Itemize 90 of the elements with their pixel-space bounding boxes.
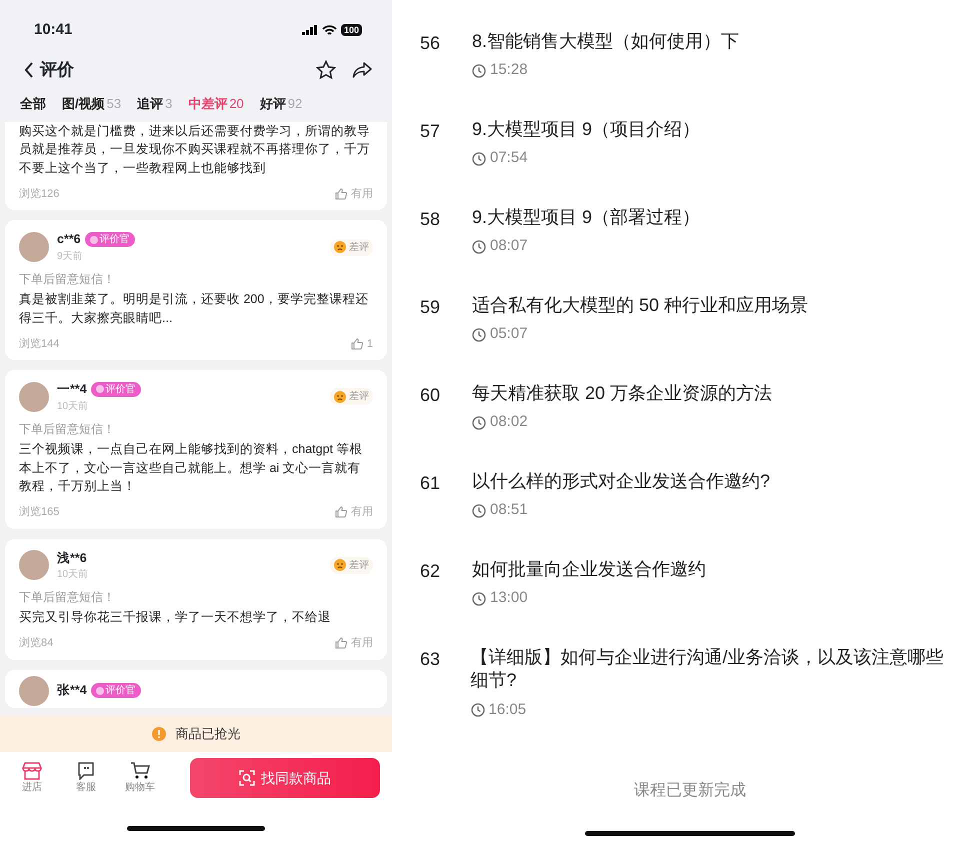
lesson-title[interactable]: 【详细版】如何与企业进行沟通/业务洽谈，以及该注意哪些细节?	[470, 646, 960, 693]
rating-tag: 差评	[330, 388, 373, 406]
review-text: 真是被割韭菜了。明明是引流，还要收 200，要学完整课程还得三千。大家擦亮眼睛吧...	[19, 291, 370, 327]
lesson-duration: 08:02	[490, 412, 528, 432]
lesson-title[interactable]: 以什么样的形式对企业发送合作邀约?	[472, 470, 770, 494]
avatar	[19, 232, 49, 262]
thumbs-up-icon	[335, 188, 347, 200]
lesson-number: 58	[420, 208, 442, 231]
find-similar-button[interactable]: 找同款商品	[190, 758, 380, 798]
battery-level: 100	[340, 24, 362, 36]
user-name: c**6	[57, 231, 81, 248]
view-count: 浏览165	[19, 504, 60, 520]
avatar	[19, 382, 49, 412]
signal-icon	[302, 25, 318, 35]
store-button[interactable]: 进店	[12, 762, 52, 794]
order-note: 下单后留意短信！	[19, 589, 116, 606]
share-icon[interactable]	[352, 60, 372, 80]
lesson-number: 59	[420, 296, 442, 319]
scan-icon	[239, 770, 255, 786]
lesson-duration: 15:28	[490, 60, 528, 80]
lesson-duration: 16:05	[488, 700, 526, 720]
clock-icon	[472, 504, 486, 518]
clock-icon	[472, 592, 486, 606]
review-text: 购买这个就是门槛费，进来以后还需要付费学习，所谓的教导员就是推荐员，一旦发现你不购买课程就不再搭理你了，千万不要上这个当了，一些教程网上也能够找到	[19, 122, 371, 177]
clock-icon	[472, 152, 486, 166]
rating-tag: 差评	[330, 238, 373, 256]
reviewer-badge: 评价官	[90, 683, 141, 698]
thumbs-up-icon	[350, 338, 363, 350]
review-time: 10天前	[57, 400, 90, 414]
cart-icon	[130, 762, 150, 780]
view-count: 浏览126	[19, 186, 60, 202]
back-icon[interactable]	[24, 62, 34, 78]
lesson-duration: 08:07	[490, 236, 528, 256]
lesson-duration: 08:51	[490, 500, 528, 520]
lesson-title[interactable]: 每天精准获取 20 万条企业资源的方法	[472, 382, 772, 406]
avatar	[19, 676, 49, 706]
review-text: 买完又引导你花三千报课，学了一天不想学了，不给退	[19, 609, 332, 626]
lesson-number: 61	[420, 472, 442, 495]
reviewer-badge: 评价官	[90, 382, 141, 397]
lesson-title[interactable]: 9.大模型项目 9（项目介绍）	[472, 118, 700, 142]
reviewer-badge: 评价官	[84, 232, 135, 248]
clock-icon	[472, 240, 486, 254]
avatar	[19, 550, 49, 580]
user-name: 张**4	[57, 682, 87, 700]
user-name: 一**4	[57, 381, 87, 398]
sad-face-icon	[334, 390, 346, 403]
clock-icon	[472, 416, 486, 430]
order-note: 下单后留意短信！	[19, 420, 116, 438]
lesson-number: 63	[420, 648, 442, 671]
clock-icon	[470, 703, 485, 718]
thumbs-up-icon	[335, 506, 347, 518]
filter-tab[interactable]: 图/视频53	[62, 94, 122, 114]
chat-button[interactable]: 客服	[66, 762, 106, 794]
lesson-title[interactable]: 8.智能销售大模型（如何使用）下	[472, 30, 740, 54]
sad-face-icon	[334, 241, 346, 254]
lesson-duration: 07:54	[490, 148, 528, 168]
lesson-number: 56	[420, 32, 442, 55]
order-note: 下单后留意短信！	[19, 271, 116, 288]
completion-note: 课程已更新完成	[633, 780, 747, 801]
lesson-duration: 05:07	[490, 324, 528, 344]
filter-tab[interactable]: 全部	[20, 94, 46, 114]
lesson-title[interactable]: 如何批量向企业发送合作邀约	[472, 558, 706, 582]
wifi-icon	[322, 24, 337, 36]
view-count: 浏览144	[19, 336, 60, 352]
filter-tab[interactable]: 追评3	[137, 94, 172, 114]
chat-icon	[76, 762, 96, 780]
rating-tag: 差评	[330, 556, 373, 574]
lesson-title[interactable]: 9.大模型项目 9（部署过程）	[472, 206, 700, 230]
warning-icon	[152, 727, 166, 741]
star-icon[interactable]	[316, 60, 336, 80]
lesson-duration: 13:00	[490, 588, 528, 608]
lesson-number: 57	[420, 120, 442, 143]
sold-out-text: 商品已抢光	[176, 725, 240, 744]
clock-icon	[472, 64, 486, 78]
review-time: 10天前	[57, 568, 88, 582]
store-icon	[22, 762, 42, 780]
view-count: 浏览84	[19, 636, 54, 651]
status-time: 10:41	[34, 20, 72, 40]
lesson-number: 62	[420, 560, 442, 583]
clock-icon	[472, 328, 486, 342]
cart-button[interactable]: 购物车	[120, 762, 160, 794]
sad-face-icon	[334, 559, 346, 572]
lesson-title[interactable]: 适合私有化大模型的 50 种行业和应用场景	[472, 294, 808, 318]
user-name: 浅**6	[57, 550, 87, 566]
review-time: 9天前	[57, 250, 84, 264]
thumbs-up-icon	[335, 637, 347, 650]
lesson-number: 60	[420, 384, 442, 407]
page-title: 评价	[40, 59, 74, 82]
filter-tab[interactable]: 好评92	[260, 94, 302, 114]
review-text: 三个视频课，一点自己在网上能够找到的资料，chatgpt 等根本上不了，文心一言这些自己就能上。想学 ai 文心一言就有教程，千万别上当！	[19, 440, 364, 496]
